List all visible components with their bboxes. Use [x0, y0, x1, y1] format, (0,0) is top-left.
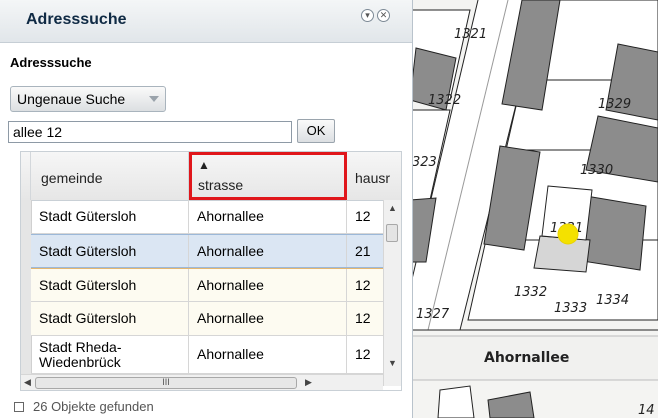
cell-hausnr: 12 [355, 346, 371, 362]
table-row-selected[interactable]: Stadt Gütersloh Ahornallee 21 [31, 234, 383, 268]
column-header-gemeinde[interactable]: gemeinde [31, 152, 189, 200]
street-label: Ahornallee [484, 350, 569, 366]
scroll-thumb-grip: III [162, 377, 170, 387]
cell-strasse: Ahornallee [189, 235, 347, 267]
table-row[interactable]: Stadt Rheda- Wiedenbrück Ahornallee 12 [31, 336, 383, 374]
parcel-label: 1329 [598, 97, 631, 112]
map-view[interactable]: 1321 1322 1329 323 1330 1331 1332 1333 1… [410, 0, 658, 418]
collapse-icon[interactable]: ▾ [361, 9, 374, 22]
cell-strasse: Ahornallee [189, 269, 347, 301]
parcel-label: 14 [638, 403, 655, 418]
scroll-up-arrow-icon[interactable]: ▲ [388, 203, 397, 213]
parcel-label: 1334 [596, 293, 629, 308]
cell-strasse: Ahornallee [189, 336, 347, 373]
parcel-label: 1330 [580, 163, 613, 178]
cell-gemeinde: Stadt Gütersloh [31, 302, 189, 335]
cell-gemeinde: Stadt Rheda- Wiedenbrück [31, 336, 189, 373]
search-input[interactable] [8, 121, 292, 143]
scroll-down-arrow-icon[interactable]: ▼ [388, 358, 397, 368]
location-marker[interactable] [557, 223, 579, 245]
cell-hausnr: 12 [355, 310, 371, 326]
cell-gemeinde: Stadt Gütersloh [31, 235, 189, 267]
column-header-hausnr[interactable]: hausr [347, 152, 401, 200]
results-grid: gemeinde ▲ strasse hausr Stadt Gütersloh… [20, 151, 402, 391]
cell-hausnr: 12 [355, 276, 371, 293]
parcel-label: 1333 [554, 301, 587, 316]
row-marker-header [21, 152, 31, 200]
parcel-label: 1327 [416, 307, 450, 322]
table-row[interactable]: Stadt Gütersloh Ahornallee 12 [31, 268, 383, 302]
address-search-panel: Adresssuche ▾ ✕ Adresssuche Ungenaue Suc… [0, 0, 413, 418]
vertical-scrollbar[interactable]: ▲ ▼ [383, 200, 401, 386]
cell-gemeinde: Stadt Gütersloh [31, 200, 189, 233]
vertical-scroll-thumb[interactable] [386, 224, 398, 242]
sort-ascending-icon: ▲ [198, 158, 210, 172]
panel-titlebar[interactable]: Adresssuche ▾ ✕ [0, 0, 412, 43]
table-row[interactable]: Stadt Gütersloh Ahornallee 12 [31, 302, 383, 336]
parcel-label: 1321 [454, 27, 487, 42]
table-row[interactable]: Stadt Gütersloh Ahornallee 12 [31, 200, 383, 234]
scroll-right-arrow-icon[interactable]: ▶ [305, 377, 312, 388]
section-label: Adresssuche [10, 55, 92, 70]
cell-hausnr: 21 [355, 242, 371, 259]
cell-strasse: Ahornallee [189, 302, 347, 335]
parcel-label: 323 [412, 155, 437, 170]
cell-hausnr: 12 [355, 208, 371, 224]
result-count-text: 26 Objekte gefunden [33, 399, 154, 414]
cell-gemeinde: Stadt Gütersloh [31, 269, 189, 301]
map-canvas: 1321 1322 1329 323 1330 1331 1332 1333 1… [410, 0, 658, 418]
status-checkbox-icon [14, 402, 24, 412]
parcel-label: 1332 [514, 285, 547, 300]
scroll-left-arrow-icon[interactable]: ◀ [24, 377, 31, 388]
cell-strasse: Ahornallee [189, 200, 347, 233]
close-icon[interactable]: ✕ [377, 9, 390, 22]
search-mode-select[interactable]: Ungenaue Suche [10, 86, 166, 112]
panel-title: Adresssuche [26, 11, 127, 28]
search-mode-value: Ungenaue Suche [17, 91, 126, 107]
chevron-down-icon [149, 96, 159, 102]
horizontal-scroll-thumb[interactable]: III [35, 377, 297, 389]
grid-header: gemeinde ▲ strasse hausr [21, 152, 401, 201]
column-header-strasse[interactable]: ▲ strasse [189, 152, 347, 200]
ok-button[interactable]: OK [297, 119, 335, 143]
parcel-label: 1322 [428, 93, 461, 108]
horizontal-scrollbar[interactable]: ◀ III ▶ [21, 374, 383, 390]
